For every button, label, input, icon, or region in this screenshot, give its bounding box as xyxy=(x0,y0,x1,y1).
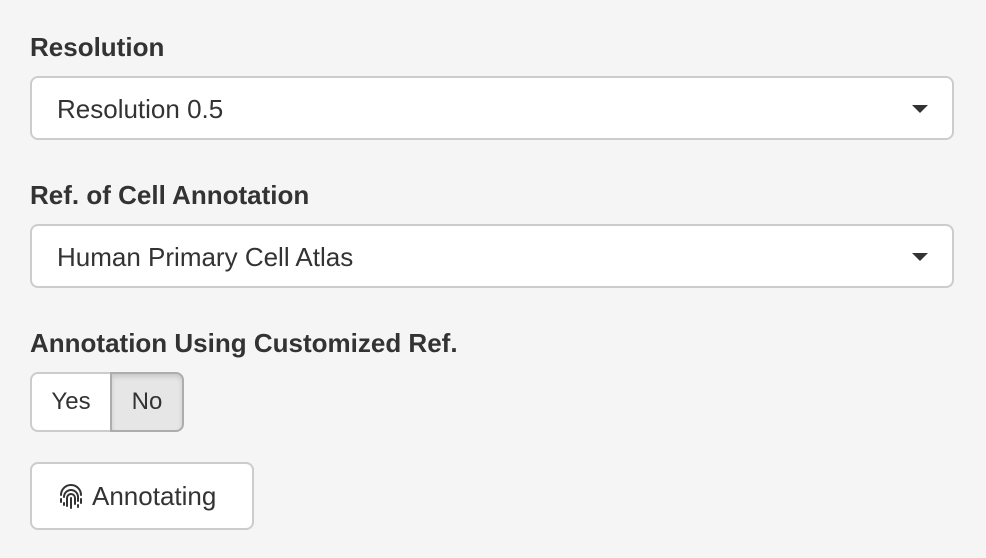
reference-selected-value: Human Primary Cell Atlas xyxy=(57,242,354,272)
annotating-label: Annotating xyxy=(92,480,217,511)
resolution-select[interactable]: Resolution 0.5 xyxy=(30,76,954,140)
toggle-yes-button[interactable]: Yes xyxy=(30,372,112,432)
reference-select[interactable]: Human Primary Cell Atlas xyxy=(30,224,954,288)
toggle-no-button[interactable]: No xyxy=(110,372,184,432)
reference-label: Ref. of Cell Annotation xyxy=(30,180,310,210)
resolution-selected-value: Resolution 0.5 xyxy=(57,94,224,124)
annotating-button[interactable]: Annotating xyxy=(30,462,254,530)
caret-down-icon xyxy=(912,253,928,261)
resolution-label: Resolution xyxy=(30,32,165,62)
customized-ref-toggle: Yes No xyxy=(30,372,184,432)
fingerprint-icon xyxy=(56,481,86,511)
customized-ref-label: Annotation Using Customized Ref. xyxy=(30,328,458,358)
annotation-panel: Resolution Resolution 0.5 Ref. of Cell A… xyxy=(0,0,986,558)
caret-down-icon xyxy=(912,105,928,113)
